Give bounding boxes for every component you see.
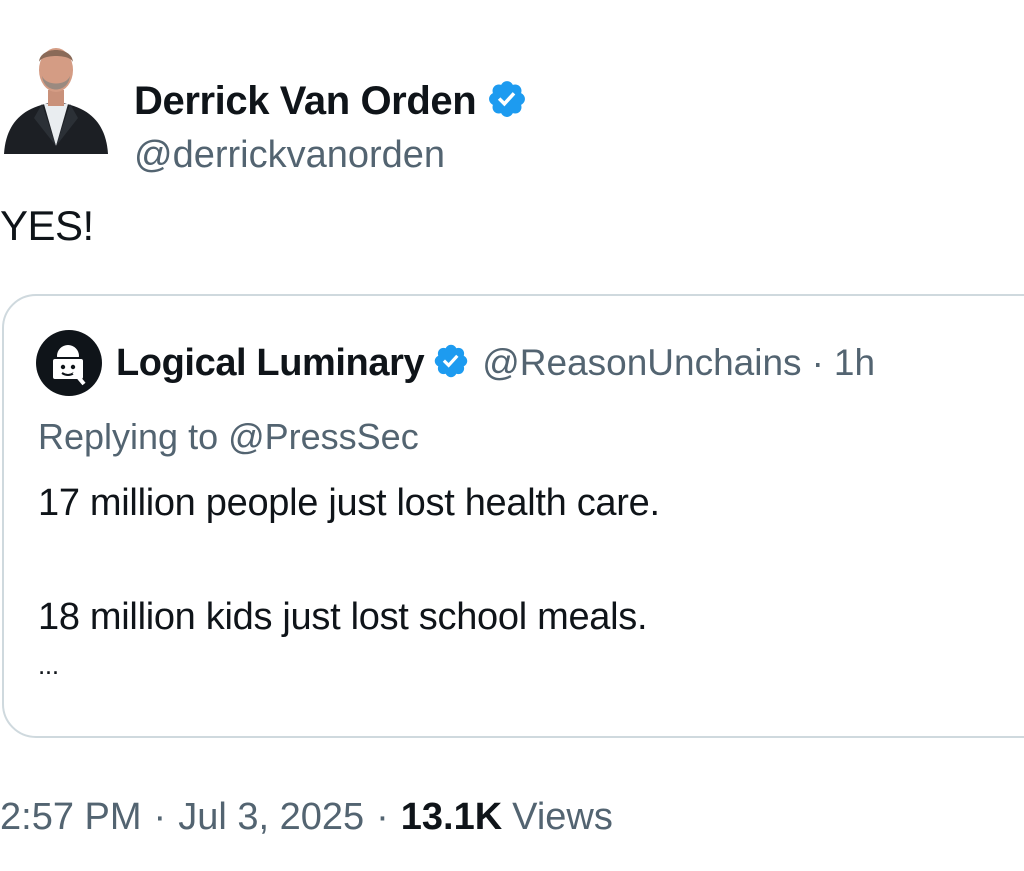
quoted-author-avatar[interactable]	[36, 330, 102, 396]
views-count: 13.1K	[400, 796, 503, 838]
footer-separator: ·	[153, 796, 167, 838]
author-name[interactable]: Derrick Van Orden	[134, 79, 477, 124]
views-label: Views	[512, 796, 613, 838]
author-name-row: Derrick Van Orden	[134, 78, 528, 125]
quoted-verified-badge-icon	[432, 342, 470, 385]
quoted-tweet-header: Logical Luminary @ReasonUnchains · 1h	[36, 330, 875, 396]
quoted-author-handle[interactable]: @ReasonUnchains	[482, 342, 801, 384]
author-handle[interactable]: @derrickvanorden	[134, 134, 445, 177]
tweet-footer: 2:57 PM · Jul 3, 2025 · 13.1K Views	[0, 796, 613, 839]
quoted-tweet-line-1: 17 million people just lost health care.	[38, 482, 660, 524]
tweet-text: YES!	[0, 202, 94, 249]
verified-badge-icon	[486, 78, 528, 125]
quoted-tweet-line-2: 18 million kids just lost school meals.	[38, 596, 648, 638]
quoted-tweet-card[interactable]: Logical Luminary @ReasonUnchains · 1h Re…	[2, 294, 1024, 738]
author-avatar[interactable]	[4, 36, 108, 154]
quoted-author-name[interactable]: Logical Luminary	[116, 342, 425, 385]
replying-to-label[interactable]: Replying to @PressSec	[38, 416, 419, 458]
quoted-tweet-truncation: ...	[38, 650, 59, 680]
tweet-time[interactable]: 2:57 PM	[0, 796, 142, 839]
quoted-separator: ·	[811, 342, 824, 383]
footer-separator-2: ·	[376, 796, 389, 838]
quoted-timestamp[interactable]: 1h	[834, 342, 875, 384]
tweet: Derrick Van Orden @derrickvanorden YES!	[0, 0, 1024, 871]
tweet-date[interactable]: Jul 3, 2025	[178, 796, 364, 839]
